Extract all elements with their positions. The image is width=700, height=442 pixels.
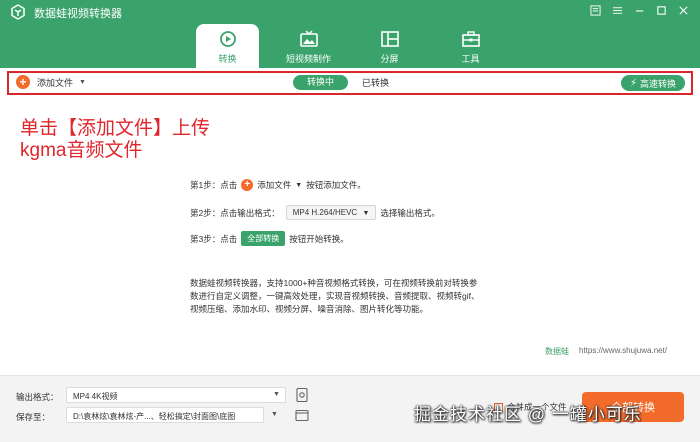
convert-icon [219, 31, 236, 47]
plus-icon: + [241, 179, 254, 191]
output-format-select[interactable]: MP4 4K视频 [66, 387, 286, 403]
tv-icon [299, 30, 318, 47]
add-file-label: 添加文件 [37, 77, 74, 88]
folder-icon[interactable] [294, 407, 310, 423]
brand-name: 数据蛙 [545, 347, 569, 356]
tab-short-video-label: 短视频制作 [285, 54, 331, 64]
annotation-line-1: 单击【添加文件】上传 [20, 118, 211, 139]
save-to-label: 保存至： [16, 412, 51, 422]
step-3-convert-all-button[interactable]: 全部转换 [241, 231, 286, 246]
watermark-text: 掘金技术社区 @ 一罐小可乐 [414, 405, 642, 424]
step-1-suffix: 按钮添加文件。 [306, 180, 366, 190]
step-3-suffix: 按钮开始转换。 [289, 233, 349, 244]
save-path-value: D:\袁林炫\袁林炫-产...、轻松搞定\封面图\底图 [73, 412, 236, 421]
description-line-3: 视频压缩、添加水印、视频分屏、噪音消除、图片转化等功能。 [190, 304, 429, 314]
annotation-line-2: kgma音频文件 [20, 140, 143, 161]
minimize-icon[interactable] [630, 3, 648, 17]
step-2-suffix: 选择输出格式。 [380, 207, 440, 218]
output-format-value: MP4 4K视频 [73, 392, 118, 401]
step-1-add-label[interactable]: 添加文件 [257, 179, 291, 191]
format-select-value: MP4 H.264/HEVC [292, 208, 358, 217]
tab-short-video[interactable]: 短视频制作 [277, 24, 340, 68]
app-logo-icon [11, 4, 25, 20]
chevron-down-icon: ▼ [362, 210, 370, 217]
format-select[interactable]: MP4 H.264/HEVC ▼ [285, 205, 377, 220]
save-path-field[interactable]: D:\袁林炫\袁林炫-产...、轻松搞定\封面图\底图 [66, 407, 264, 423]
split-screen-icon [380, 31, 399, 47]
tab-tools[interactable]: 工具 [439, 24, 502, 68]
chevron-down-icon: ▼ [295, 181, 303, 189]
tab-tools-label: 工具 [461, 54, 480, 64]
fast-convert-button[interactable]: ⚡ 高速转换 [621, 75, 685, 91]
tab-convert-label: 转换 [218, 54, 237, 64]
chevron-down-icon[interactable]: ▼ [273, 391, 280, 398]
tutorial-annotation: 单击【添加文件】上传 kgma音频文件 [20, 118, 210, 162]
step-3-prefix: 第3步：点击 [190, 233, 238, 244]
output-format-label: 输出格式： [16, 392, 59, 402]
chevron-down-icon[interactable]: ▼ [271, 411, 278, 418]
chevron-down-icon[interactable]: ▼ [79, 79, 86, 86]
brand-url-link[interactable]: https://www.shujuwa.net/ [579, 346, 667, 355]
lightning-icon: ⚡ [629, 77, 637, 89]
message-icon[interactable] [608, 3, 626, 17]
step-1: 第1步：点击 + 添加文件 ▼ 按钮添加文件。 [190, 179, 366, 191]
tab-converted[interactable]: 已转换 [362, 76, 389, 89]
step-1-prefix: 第1步：点击 [190, 180, 238, 190]
tab-convert[interactable]: 转换 [196, 24, 259, 68]
step-3: 第3步：点击 全部转换 按钮开始转换。 [190, 231, 349, 246]
close-icon[interactable] [674, 3, 692, 17]
step-2-prefix: 第2步：点击输出格式： [190, 207, 280, 218]
description-line-1: 数据蛙视频转换器，支持1000+种音视频格式转换，可在视频转换前对转换参 [190, 278, 478, 288]
tab-converting[interactable]: 转换中 [293, 75, 349, 90]
plus-icon: + [16, 75, 30, 89]
tab-split-screen-label: 分屏 [380, 54, 399, 64]
title-bar: 数据蛙视频转换器 转换 短视频制作 分屏 工具 [0, 0, 700, 68]
product-description: 数据蛙视频转换器，支持1000+种音视频格式转换，可在视频转换前对转换参 数进行… [190, 277, 520, 316]
menu-icon[interactable] [586, 3, 604, 17]
fast-convert-label: 高速转换 [640, 78, 677, 89]
description-line-2: 数进行自定义调整，一键高效处理，实现音视频转换、音频提取、视频转gif、 [190, 291, 480, 301]
add-file-button[interactable]: + 添加文件 ▼ [16, 75, 86, 89]
step-2: 第2步：点击输出格式： MP4 H.264/HEVC ▼ 选择输出格式。 [190, 205, 440, 220]
format-settings-icon[interactable] [294, 387, 310, 403]
toolbox-icon [461, 31, 480, 47]
maximize-icon[interactable] [652, 3, 670, 17]
tab-split-screen[interactable]: 分屏 [358, 24, 421, 68]
app-title: 数据蛙视频转换器 [34, 8, 122, 20]
